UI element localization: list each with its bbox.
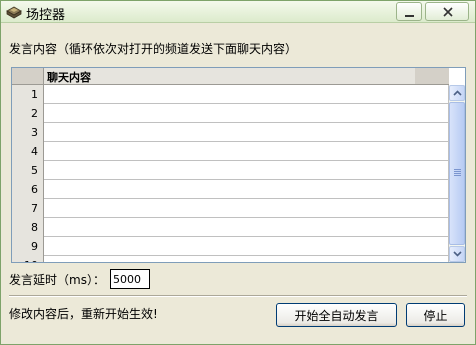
table-row: 3 (12, 123, 449, 142)
table-row: 1 (12, 85, 449, 104)
delay-input[interactable] (110, 269, 150, 289)
chat-cell[interactable] (44, 199, 449, 218)
chat-cell[interactable] (44, 123, 449, 142)
start-auto-chat-button[interactable]: 开始全自动发言 (276, 303, 397, 327)
content-label: 发言内容（循环依次对打开的频道发送下面聊天内容） (9, 42, 298, 56)
title-bar[interactable]: 场控器 (1, 1, 475, 23)
chat-content-grid: 聊天内容 1 2 3 4 5 6 7 8 9 (11, 67, 466, 263)
stop-button[interactable]: 停止 (406, 303, 465, 327)
restart-note: 修改内容后，重新开始生效! (9, 307, 158, 321)
row-number[interactable]: 8 (12, 218, 44, 237)
folder-tray-icon (6, 5, 22, 19)
header-filler (415, 68, 449, 85)
divider (9, 295, 467, 297)
table-row: 2 (12, 104, 449, 123)
table-row: 4 (12, 142, 449, 161)
scrollbar-grip (454, 169, 461, 177)
chat-cell[interactable] (44, 104, 449, 123)
chat-cell[interactable] (44, 161, 449, 180)
row-number[interactable]: 2 (12, 104, 44, 123)
row-number[interactable]: 10 (12, 256, 44, 262)
close-button[interactable] (425, 2, 469, 21)
delay-label: 发言延时（ms）： (9, 273, 105, 287)
minimize-button[interactable] (396, 2, 422, 21)
main-window: 场控器 发言内容（循环依次对打开的频道发送下面聊天内容） 聊天内容 1 2 3 … (0, 0, 476, 345)
row-number[interactable]: 3 (12, 123, 44, 142)
row-number[interactable]: 1 (12, 85, 44, 104)
vertical-scrollbar[interactable] (449, 85, 465, 262)
scroll-down-button[interactable] (449, 246, 465, 262)
table-row: 8 (12, 218, 449, 237)
table-row: 7 (12, 199, 449, 218)
table-row: 5 (12, 161, 449, 180)
scroll-up-button[interactable] (449, 85, 465, 101)
chat-cell[interactable] (44, 142, 449, 161)
grid-corner[interactable] (12, 68, 44, 85)
row-number[interactable]: 4 (12, 142, 44, 161)
window-title: 场控器 (26, 8, 66, 23)
chat-cell[interactable] (44, 85, 449, 104)
grid-rows: 1 2 3 4 5 6 7 8 9 (12, 85, 449, 262)
table-row: 10 (12, 256, 449, 262)
row-number[interactable]: 9 (12, 237, 44, 256)
chat-cell[interactable] (44, 218, 449, 237)
scrollbar-thumb[interactable] (449, 102, 465, 245)
chat-cell[interactable] (44, 256, 449, 262)
table-row: 6 (12, 180, 449, 199)
column-header-chat-content[interactable]: 聊天内容 (44, 68, 449, 85)
table-row: 9 (12, 237, 449, 256)
chat-cell[interactable] (44, 180, 449, 199)
row-number[interactable]: 7 (12, 199, 44, 218)
row-number[interactable]: 5 (12, 161, 44, 180)
chat-cell[interactable] (44, 237, 449, 256)
row-number[interactable]: 6 (12, 180, 44, 199)
